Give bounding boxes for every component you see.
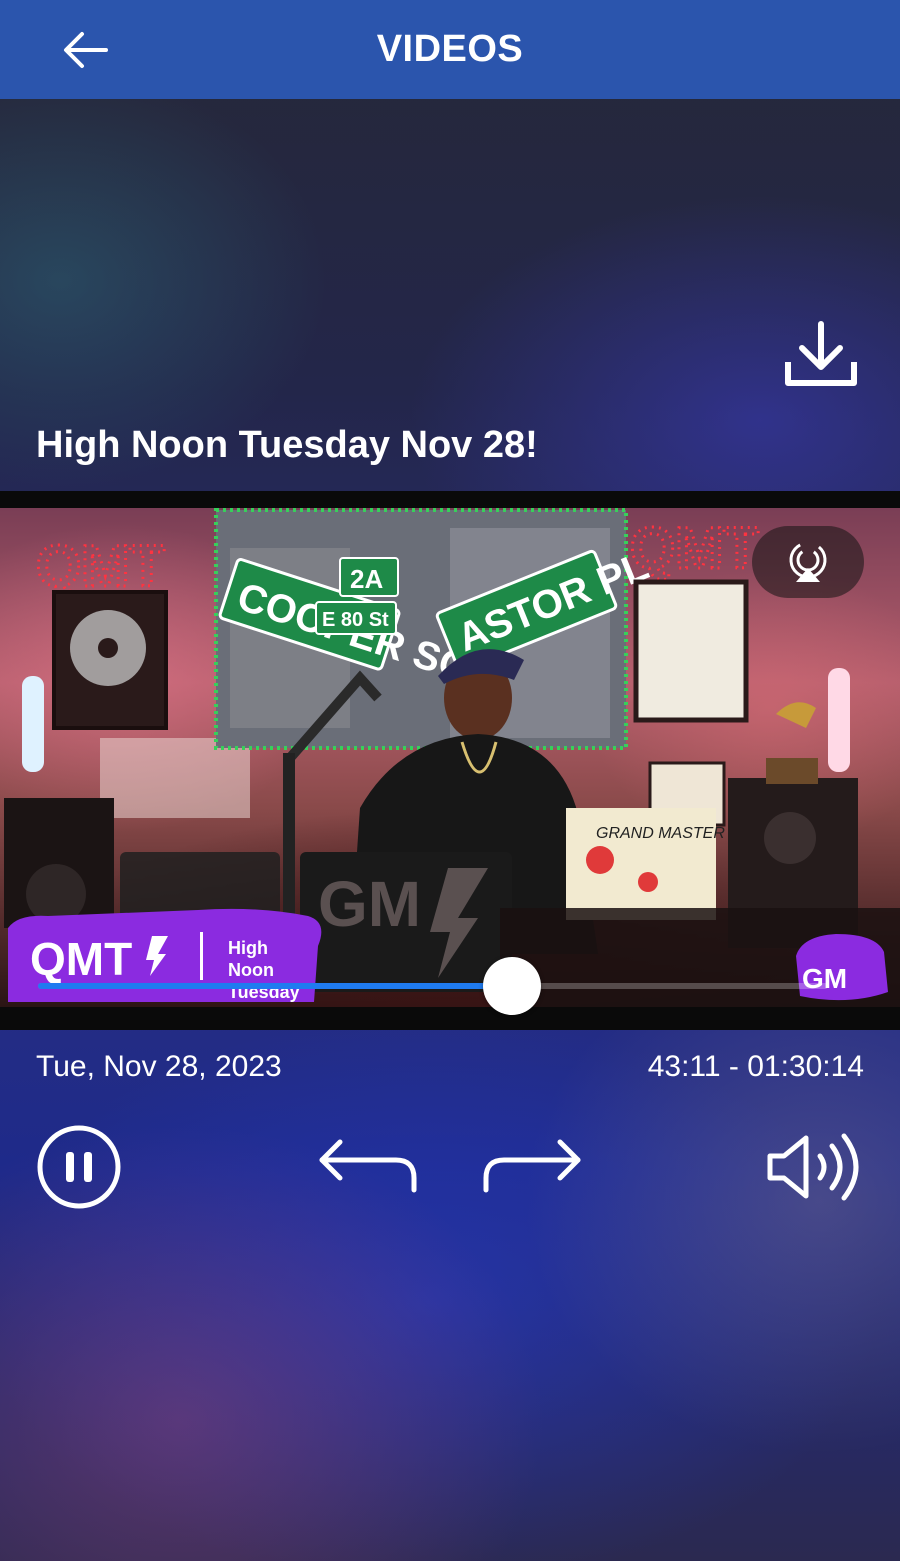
overlay-logo-right: GM <box>802 963 847 994</box>
video-title: High Noon Tuesday Nov 28! <box>36 424 538 466</box>
overlay-logo-left: QMT <box>30 933 132 985</box>
seek-bar[interactable] <box>38 957 828 1015</box>
pause-button[interactable] <box>36 1124 122 1215</box>
forward-arrow-icon <box>483 1139 581 1193</box>
neon-sign-right: QMT <box>630 516 759 581</box>
street-sign-mid: E 80 St <box>322 609 389 631</box>
video-time: 43:11 - 01:30:14 <box>647 1050 864 1083</box>
neon-sign-left: QMT <box>36 534 165 599</box>
arrow-left-icon <box>64 32 108 68</box>
forward-button[interactable] <box>480 1136 582 1201</box>
download-icon <box>785 321 857 386</box>
seek-thumb[interactable] <box>483 957 541 1015</box>
rewind-arrow-icon <box>319 1139 417 1193</box>
street-sign-top: 2A <box>350 564 383 594</box>
video-date: Tue, Nov 28, 2023 <box>36 1050 282 1083</box>
pause-icon <box>37 1125 121 1209</box>
top-app-bar: VIDEOS <box>0 0 900 99</box>
airplay-button[interactable] <box>752 526 864 598</box>
seek-progress <box>38 983 512 989</box>
overlay-caption-line-2: Noon <box>228 960 274 980</box>
back-button[interactable] <box>60 26 112 74</box>
download-button[interactable] <box>782 320 860 390</box>
poster-text: GRAND MASTER <box>596 825 725 842</box>
laptop-logo: GM <box>318 868 421 940</box>
volume-button[interactable] <box>764 1130 860 1209</box>
volume-icon <box>767 1133 859 1201</box>
overlay-caption-line-1: High <box>228 938 268 958</box>
airplay-icon <box>789 541 827 582</box>
page-title: VIDEOS <box>376 28 524 70</box>
rewind-button[interactable] <box>318 1136 420 1201</box>
